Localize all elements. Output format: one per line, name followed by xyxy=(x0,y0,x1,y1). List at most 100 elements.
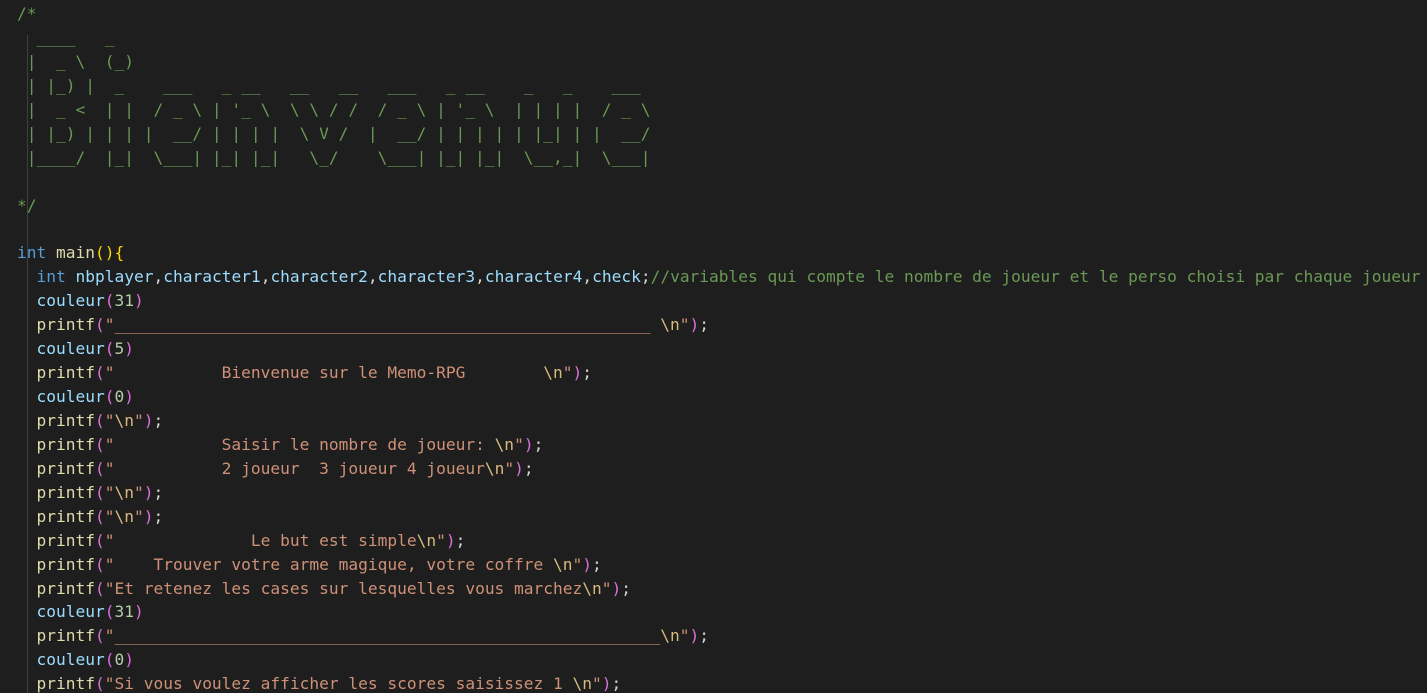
code-token: ) xyxy=(124,387,134,406)
code-token: printf xyxy=(36,410,95,430)
code-token: \n xyxy=(553,554,573,574)
code-token: ( xyxy=(94,315,105,335)
code-token: ) xyxy=(689,315,700,335)
code-token: \n xyxy=(494,434,515,454)
code-token: , xyxy=(260,267,271,287)
code-token: character3 xyxy=(377,267,476,287)
code-token: ) xyxy=(445,530,456,550)
code-token: ( xyxy=(94,410,105,430)
code-line[interactable]: printf(" Trouver votre arme magique, vot… xyxy=(17,553,1427,577)
code-token: printf xyxy=(36,530,95,550)
code-line[interactable]: couleur(0) xyxy=(17,648,1427,672)
code-line[interactable]: int main(){ xyxy=(17,241,1427,265)
code-token: ) xyxy=(572,363,583,383)
code-token: ) xyxy=(582,554,593,574)
code-token: | |_) | | | | __/ | | | | \ V / | __/ | … xyxy=(17,123,651,143)
code-token: " xyxy=(572,554,583,574)
code-token: ( xyxy=(94,506,105,526)
code-token: " xyxy=(436,530,446,550)
code-line[interactable]: printf(" Bienvenue sur le Memo-RPG \n"); xyxy=(17,361,1427,385)
code-token: "Et retenez les cases sur lesquelles vou… xyxy=(104,578,583,598)
code-line[interactable]: printf("Si vous voulez afficher les scor… xyxy=(17,672,1427,693)
code-token: 31 xyxy=(114,602,134,622)
code-line[interactable]: couleur(31) xyxy=(17,600,1427,624)
code-token: */ xyxy=(17,195,37,215)
code-token: printf xyxy=(36,506,95,526)
code-token: \n xyxy=(660,626,680,646)
code-token: " xyxy=(514,434,524,454)
code-line[interactable]: printf("________________________________… xyxy=(17,313,1427,337)
code-token: \n xyxy=(572,674,593,693)
code-token: ) xyxy=(133,602,144,622)
code-line[interactable]: printf("\n"); xyxy=(17,505,1427,529)
code-line[interactable]: | |_) | | | | __/ | | | | \ V / | __/ | … xyxy=(17,122,1427,146)
code-token: ; xyxy=(153,482,164,502)
code-token: \n xyxy=(484,458,505,478)
code-line[interactable]: */ xyxy=(17,194,1427,218)
code-token: " xyxy=(504,458,515,478)
code-token: /* xyxy=(17,4,37,23)
code-line[interactable]: printf("________________________________… xyxy=(17,624,1427,648)
code-editor[interactable]: /* ____ _ | _ \ (_) | |_) | _ ___ _ __ _… xyxy=(0,0,1427,693)
code-token: \n xyxy=(114,410,134,430)
code-token: couleur xyxy=(36,602,105,622)
code-line[interactable]: couleur(0) xyxy=(17,385,1427,409)
code-line[interactable]: printf("\n"); xyxy=(17,409,1427,433)
code-token: couleur xyxy=(36,291,105,311)
code-token: ( xyxy=(94,530,105,550)
code-token: couleur xyxy=(36,387,105,406)
code-line[interactable]: ____ _ xyxy=(17,26,1427,50)
code-token: couleur xyxy=(36,339,105,359)
code-line[interactable]: | _ < | | / _ \ | '_ \ \ \ / / / _ \ | '… xyxy=(17,98,1427,122)
code-line[interactable] xyxy=(17,217,1427,241)
code-token: " xyxy=(562,363,573,383)
code-token: " Bienvenue sur le Memo-RPG xyxy=(104,363,544,383)
code-token: 31 xyxy=(114,291,134,311)
code-token: ) xyxy=(124,650,134,670)
code-line[interactable]: | |_) | _ ___ _ __ __ __ ___ _ __ _ _ __… xyxy=(17,74,1427,98)
code-token: character2 xyxy=(270,267,368,287)
code-token: ; xyxy=(523,458,534,478)
code-token: | _ < | | / _ \ | '_ \ \ \ / / / _ \ | '… xyxy=(17,99,651,119)
code-line[interactable]: /* xyxy=(17,2,1427,26)
code-line[interactable]: printf(" 2 joueur 3 joueur 4 joueur\n"); xyxy=(17,457,1427,481)
code-line[interactable]: | _ \ (_) xyxy=(17,50,1427,74)
code-area[interactable]: /* ____ _ | _ \ (_) | |_) | _ ___ _ __ _… xyxy=(17,2,1427,693)
code-line[interactable]: |____/ |_| \___| |_| |_| \_/ \___| |_| |… xyxy=(17,146,1427,170)
code-token: 0 xyxy=(114,650,125,670)
code-token: , xyxy=(153,267,164,287)
code-token: "Si vous voulez afficher les scores sais… xyxy=(104,674,573,693)
code-line[interactable] xyxy=(17,170,1427,194)
code-token: " Trouver votre arme magique, votre coff… xyxy=(104,554,554,574)
code-line[interactable]: printf("\n"); xyxy=(17,481,1427,505)
code-token: ) xyxy=(124,339,134,359)
code-line[interactable]: printf(" Le but est simple\n"); xyxy=(17,529,1427,553)
code-line[interactable]: printf(" Saisir le nombre de joueur: \n"… xyxy=(17,433,1427,457)
code-line[interactable]: couleur(31) xyxy=(17,289,1427,313)
code-token: ) xyxy=(601,674,612,693)
code-token: printf xyxy=(36,578,95,598)
code-token: ) xyxy=(133,291,144,311)
code-token: \n xyxy=(114,482,134,502)
code-token: printf xyxy=(36,626,95,646)
code-line[interactable]: printf("Et retenez les cases sur lesquel… xyxy=(17,577,1427,601)
code-token: ; xyxy=(533,434,544,454)
code-token: " xyxy=(133,482,144,502)
code-token: ( xyxy=(94,674,105,693)
code-token: main xyxy=(56,243,95,263)
code-token: ) xyxy=(514,458,524,478)
code-line[interactable]: couleur(5) xyxy=(17,337,1427,361)
code-line[interactable]: int nbplayer,character1,character2,chara… xyxy=(17,265,1427,289)
